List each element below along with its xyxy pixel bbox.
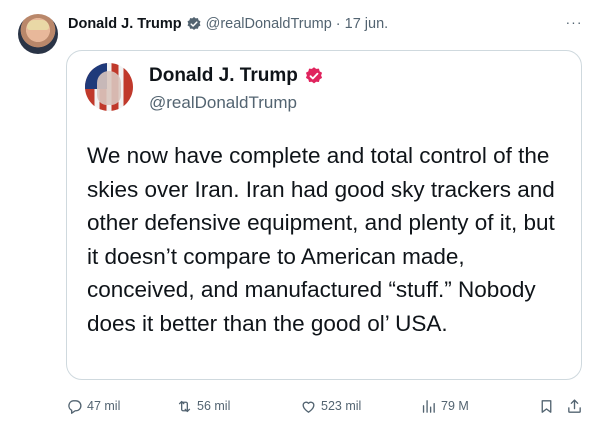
views-chart-icon [422,399,435,413]
author-avatar[interactable] [18,14,58,54]
quoted-post-text: We now have complete and total control o… [87,143,555,336]
separator-dot: · [335,16,341,32]
like-button[interactable]: 523 mil [300,396,361,416]
more-dots-icon[interactable]: ··· [564,12,584,32]
reply-count: 47 mil [87,399,121,413]
reply-button[interactable]: 47 mil [66,396,120,416]
quoted-author-name[interactable]: Donald J. Trump [149,65,298,87]
quoted-post-card[interactable]: Donald J. Trump @realDonaldTrump We now … [66,50,582,380]
repost-count: 56 mil [197,399,231,413]
bookmark-icon [541,399,552,413]
heart-icon [302,401,315,413]
author-handle[interactable]: @realDonaldTrump [206,16,332,32]
post[interactable]: Donald J. Trump @realDonaldTrump · 17 ju… [0,0,602,429]
repost-icon [178,400,191,412]
author-name[interactable]: Donald J. Trump [68,16,182,32]
verified-badge-icon [305,67,322,84]
like-count: 523 mil [321,399,362,413]
bookmark-button[interactable] [538,396,555,416]
views-button[interactable]: 79 M [420,396,469,416]
repost-button[interactable]: 56 mil [176,396,230,416]
reply-icon [68,399,82,414]
quoted-author-name-row: Donald J. Trump [149,65,328,87]
share-icon [568,398,581,413]
action-bar: 47 mil 56 mil 523 mil 79 M [64,396,592,416]
share-button[interactable] [566,396,583,416]
verified-badge-icon [187,17,201,30]
quoted-author-avatar[interactable] [85,63,133,111]
post-date[interactable]: 17 jun. [345,16,389,32]
post-header: Donald J. Trump @realDonaldTrump · 17 ju… [68,14,388,34]
quoted-author-handle[interactable]: @realDonaldTrump [149,93,297,113]
views-count: 79 M [441,399,469,413]
